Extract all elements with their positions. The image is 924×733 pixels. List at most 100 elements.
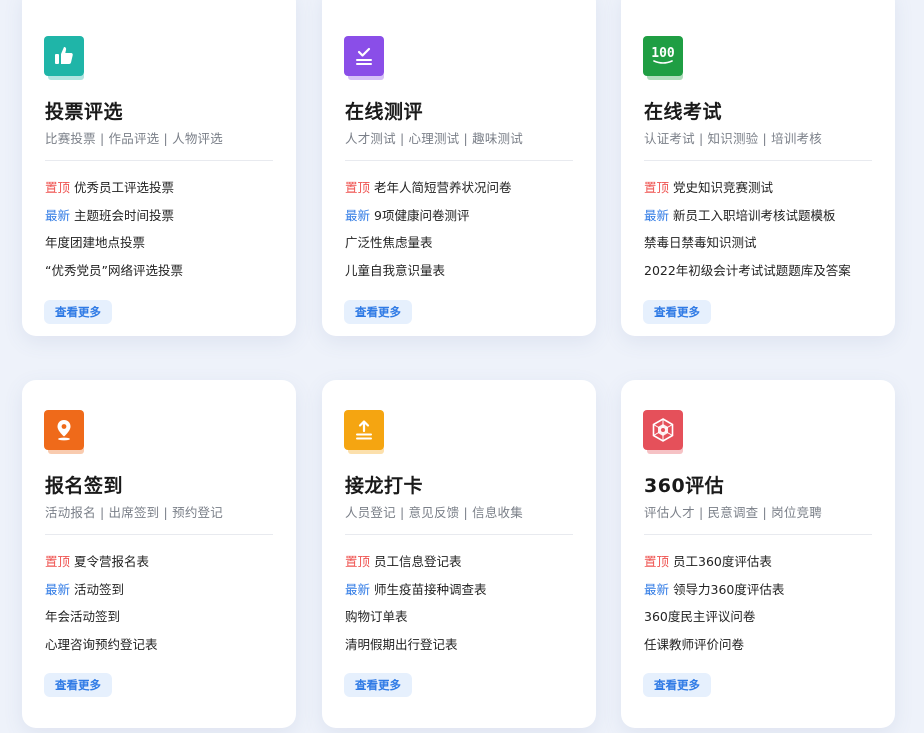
list-item-text: 清明假期出行登记表 <box>345 636 458 652</box>
template-list: 置顶 员工信息登记表 最新 师生疫苗接种调查表 购物订单表 清明假期出行登记表 <box>345 551 585 661</box>
list-item[interactable]: 2022年初级会计考试试题题库及答案 <box>644 260 884 288</box>
list-item-text: 广泛性焦虑量表 <box>345 235 433 250</box>
new-tag: 最新 <box>345 581 371 597</box>
new-tag: 最新 <box>45 207 71 223</box>
thumbs-up-icon <box>44 36 84 82</box>
list-item-text: 党史知识竞赛测试 <box>673 180 774 195</box>
list-item[interactable]: 最新 主题班会时间投票 <box>45 205 285 233</box>
list-item-text: 新员工入职培训考核试题模板 <box>673 207 836 223</box>
list-item[interactable]: 360度民主评议问卷 <box>644 606 884 634</box>
list-item[interactable]: 购物订单表 <box>345 606 585 634</box>
location-pin-icon <box>44 410 84 456</box>
list-item-text: 主题班会时间投票 <box>74 207 175 223</box>
list-item-text: 9项健康问卷测评 <box>374 207 470 223</box>
card-360[interactable]: 360评估 评估人才 | 民意调查 | 岗位竞聘 置顶 员工360度评估表 最新领… <box>621 380 895 728</box>
card-subtitle: 比赛投票 | 作品评选 | 人物评选 <box>45 131 223 146</box>
card-title: 360评估 <box>644 475 725 497</box>
list-item[interactable]: 置顶 优秀员工评选投票 <box>45 177 285 205</box>
card-subtitle: 活动报名 | 出席签到 | 预约登记 <box>45 505 223 520</box>
card-checkin[interactable]: 接龙打卡 人员登记 | 意见反馈 | 信息收集 置顶 员工信息登记表 最新 师生疫苗… <box>322 380 596 728</box>
radar-360-icon <box>643 410 683 456</box>
card-title: 接龙打卡 <box>345 475 424 497</box>
list-item[interactable]: 置顶 老年人简短营养状况问卷 <box>345 177 585 205</box>
upload-icon <box>344 410 384 456</box>
list-item[interactable]: 禁毒日禁毒知识测试 <box>644 232 884 260</box>
list-item[interactable]: 最新 师生疫苗接种调查表 <box>345 579 585 607</box>
pinned-tag: 置顶 <box>345 180 371 195</box>
list-item[interactable]: 最新 领导力360度评估表 <box>644 579 884 607</box>
card-title: 在线测评 <box>345 101 424 123</box>
list-item[interactable]: 置顶 夏令营报名表 <box>45 551 285 579</box>
list-item-text: 年度团建地点投票 <box>45 235 146 250</box>
list-item[interactable]: 清明假期出行登记表 <box>345 634 585 662</box>
pinned-tag: 置顶 <box>45 554 71 569</box>
pinned-tag: 置顶 <box>644 554 670 569</box>
template-list: 置顶 员工360度评估表 最新 领导力360度评估表 360度民主评议问卷 任课教师… <box>644 551 884 661</box>
divider <box>345 160 573 161</box>
list-item[interactable]: 置顶 员工360度评估表 <box>644 551 884 579</box>
list-item[interactable]: 最新 新员工入职培训考核试题模板 <box>644 205 884 233</box>
list-item-text: 360度民主评议问卷 <box>644 609 756 624</box>
divider <box>644 160 872 161</box>
card-subtitle: 人员登记 | 意见反馈 | 信息收集 <box>345 505 523 520</box>
divider <box>345 534 573 535</box>
list-item-text: 2022年初级会计考试试题题库及答案 <box>644 262 851 278</box>
card-subtitle: 评估人才 | 民意调查 | 岗位竞聘 <box>644 505 822 520</box>
list-item-text: 领导力360度评估表 <box>673 581 785 597</box>
view-more-button[interactable]: 查看更多 <box>44 300 112 324</box>
list-item[interactable]: 年会活动签到 <box>45 606 285 634</box>
list-item-text: 心理咨询预约登记表 <box>45 636 158 652</box>
pinned-tag: 置顶 <box>345 554 371 569</box>
card-title: 投票评选 <box>45 101 124 123</box>
divider <box>45 534 273 535</box>
new-tag: 最新 <box>644 581 670 597</box>
divider <box>644 534 872 535</box>
divider <box>45 160 273 161</box>
list-item-text: 优秀员工评选投票 <box>74 180 175 195</box>
card-title: 报名签到 <box>45 475 124 497</box>
list-item[interactable]: 置顶 党史知识竞赛测试 <box>644 177 884 205</box>
list-item[interactable]: 儿童自我意识量表 <box>345 260 585 288</box>
score-text: 100 <box>651 46 675 61</box>
list-item-text: 禁毒日禁毒知识测试 <box>644 235 757 250</box>
view-more-button[interactable]: 查看更多 <box>643 300 711 324</box>
new-tag: 最新 <box>345 207 371 223</box>
card-subtitle: 认证考试 | 知识测验 | 培训考核 <box>644 131 822 146</box>
list-item[interactable]: 任课教师评价问卷 <box>644 634 884 662</box>
card-title: 在线考试 <box>644 101 723 123</box>
list-item[interactable]: 年度团建地点投票 <box>45 232 285 260</box>
checklist-icon <box>344 36 384 82</box>
list-item-text: 活动签到 <box>74 581 125 597</box>
template-list: 置顶 夏令营报名表 最新 活动签到 年会活动签到 心理咨询预约登记表 <box>45 551 285 661</box>
list-item[interactable]: “优秀党员”网络评选投票 <box>45 260 285 288</box>
card-assessment[interactable]: 在线测评 人才测试 | 心理测试 | 趣味测试 置顶 老年人简短营养状况问卷 最新… <box>322 0 596 336</box>
template-list: 置顶 老年人简短营养状况问卷 最新 9项健康问卷测评 广泛性焦虑量表 儿童自我意识量… <box>345 177 585 287</box>
list-item-text: 任课教师评价问卷 <box>644 636 745 652</box>
view-more-button[interactable]: 查看更多 <box>344 673 412 697</box>
new-tag: 最新 <box>45 581 71 597</box>
new-tag: 最新 <box>644 207 670 223</box>
view-more-button[interactable]: 查看更多 <box>643 673 711 697</box>
list-item-text: 购物订单表 <box>345 609 408 624</box>
list-item[interactable]: 最新 活动签到 <box>45 579 285 607</box>
list-item[interactable]: 广泛性焦虑量表 <box>345 232 585 260</box>
list-item-text: 年会活动签到 <box>45 609 121 624</box>
list-item-text: 师生疫苗接种调查表 <box>374 581 487 597</box>
view-more-button[interactable]: 查看更多 <box>44 673 112 697</box>
list-item-text: 夏令营报名表 <box>74 554 150 569</box>
list-item[interactable]: 置顶 员工信息登记表 <box>345 551 585 579</box>
pinned-tag: 置顶 <box>45 180 71 195</box>
list-item-text: 老年人简短营养状况问卷 <box>374 180 512 195</box>
list-item-text: 儿童自我意识量表 <box>345 262 446 278</box>
view-more-button[interactable]: 查看更多 <box>344 300 412 324</box>
template-list: 置顶 优秀员工评选投票 最新 主题班会时间投票 年度团建地点投票 “优秀党员”网络评… <box>45 177 285 287</box>
list-item-text: 员工360度评估表 <box>673 554 772 569</box>
card-vote[interactable]: 投票评选 比赛投票 | 作品评选 | 人物评选 置顶 优秀员工评选投票 最新 主题班… <box>22 0 296 336</box>
list-item[interactable]: 最新 9项健康问卷测评 <box>345 205 585 233</box>
card-subtitle: 人才测试 | 心理测试 | 趣味测试 <box>345 131 523 146</box>
list-item-text: 员工信息登记表 <box>374 554 462 569</box>
list-item-text: “优秀党员”网络评选投票 <box>45 262 183 278</box>
card-signup[interactable]: 报名签到 活动报名 | 出席签到 | 预约登记 置顶 夏令营报名表 最新 活动签到 … <box>22 380 296 728</box>
card-exam[interactable]: 100 在线考试 认证考试 | 知识测验 | 培训考核 置顶 党史知识竞赛测试 最… <box>621 0 895 336</box>
list-item[interactable]: 心理咨询预约登记表 <box>45 634 285 662</box>
